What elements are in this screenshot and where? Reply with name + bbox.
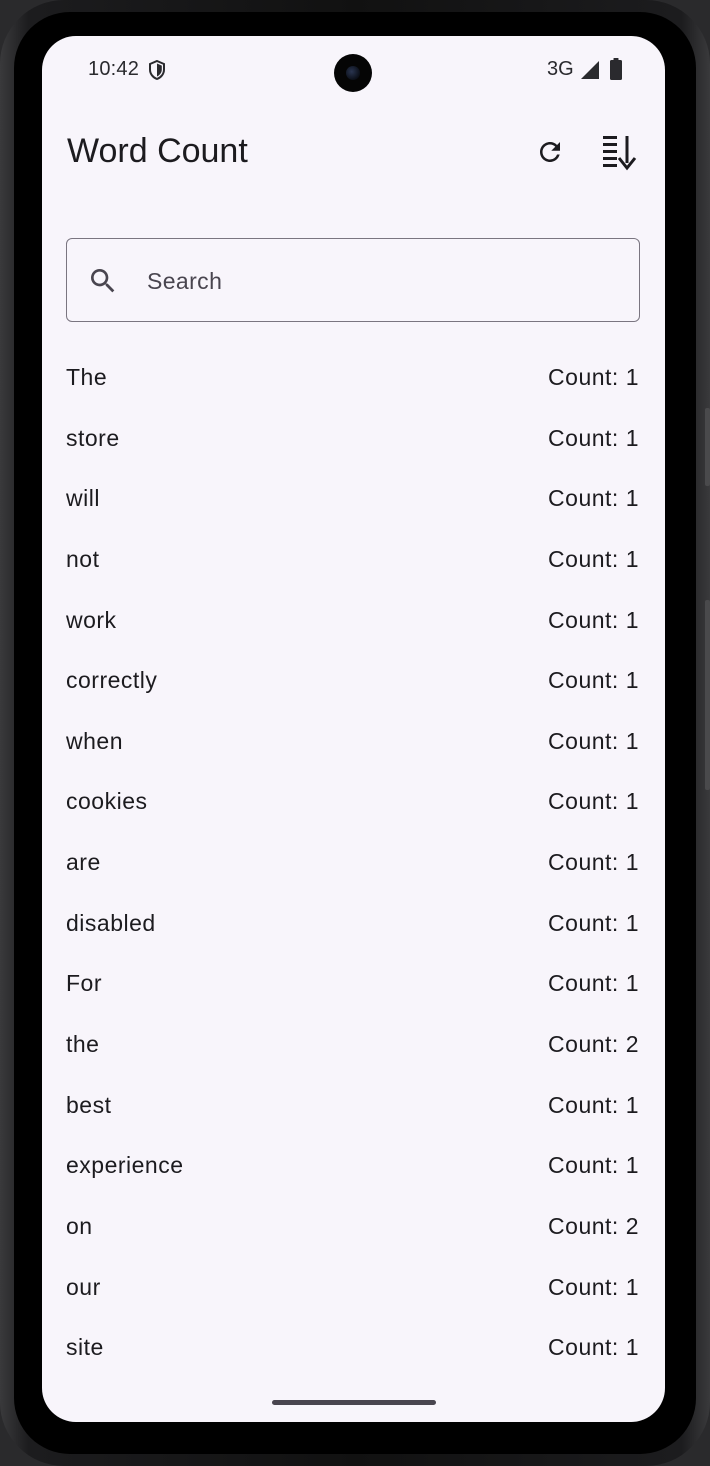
word-label: are (66, 849, 101, 876)
list-item[interactable]: our Count: 1 (42, 1256, 665, 1317)
word-label: our (66, 1273, 101, 1300)
word-label: best (66, 1091, 112, 1118)
search-field[interactable] (66, 238, 640, 322)
list-item[interactable]: best Count: 1 (42, 1074, 665, 1135)
list-item[interactable]: when Count: 1 (42, 710, 665, 771)
word-label: not (66, 545, 100, 572)
word-label: store (66, 424, 120, 451)
sort-icon (603, 136, 637, 171)
word-list: The Count: 1 store Count: 1 will Count: 1 not C… (42, 346, 665, 1377)
refresh-button[interactable] (526, 128, 574, 176)
word-label: The (66, 364, 108, 390)
word-count: Count: 1 (548, 1334, 639, 1361)
top-app-bar: Word Count (42, 126, 665, 182)
word-count: Count: 1 (548, 1152, 639, 1179)
list-item[interactable]: site Count: 1 (42, 1316, 665, 1377)
list-item[interactable]: store Count: 1 (42, 407, 665, 468)
list-item[interactable]: will Count: 1 (42, 467, 665, 528)
word-label: experience (66, 1152, 184, 1179)
list-item[interactable]: disabled Count: 1 (42, 892, 665, 953)
search-icon (91, 269, 115, 293)
page-title: Word Count (67, 132, 248, 170)
word-count: Count: 1 (548, 1273, 639, 1300)
word-label: when (66, 727, 123, 754)
word-label: the (66, 1031, 100, 1058)
front-camera (334, 54, 372, 92)
status-bar: 10:42 3G (42, 36, 665, 108)
list-item[interactable]: on Count: 2 (42, 1195, 665, 1256)
word-count: Count: 1 (548, 849, 639, 876)
word-count: Count: 1 (548, 545, 639, 572)
home-indicator[interactable] (272, 1400, 436, 1405)
word-count: Count: 1 (548, 788, 639, 815)
shield-icon (149, 60, 165, 80)
word-count: Count: 1 (548, 424, 639, 451)
list-item[interactable]: are Count: 1 (42, 831, 665, 892)
list-item[interactable]: The Count: 1 (42, 346, 665, 407)
search-input[interactable] (145, 257, 619, 305)
list-item[interactable]: not Count: 1 (42, 528, 665, 589)
word-count: Count: 2 (548, 1031, 639, 1058)
word-count: Count: 1 (548, 364, 639, 390)
word-label: will (66, 485, 100, 512)
battery-icon (610, 58, 622, 80)
word-count: Count: 2 (548, 1212, 639, 1239)
sort-button[interactable] (596, 128, 644, 176)
word-count: Count: 1 (548, 485, 639, 512)
list-item[interactable]: For Count: 1 (42, 952, 665, 1013)
refresh-icon (540, 142, 560, 162)
word-label: For (66, 970, 102, 997)
word-label: site (66, 1334, 104, 1361)
list-item[interactable]: the Count: 2 (42, 1013, 665, 1074)
word-label: work (66, 606, 117, 633)
network-type: 3G (547, 58, 574, 80)
word-label: correctly (66, 667, 158, 694)
word-label: cookies (66, 788, 148, 815)
list-item[interactable]: correctly Count: 1 (42, 649, 665, 710)
word-count: Count: 1 (548, 970, 639, 997)
word-count: Count: 1 (548, 909, 639, 936)
word-label: on (66, 1212, 93, 1239)
volume-button (705, 600, 710, 790)
word-count: Count: 1 (548, 1091, 639, 1118)
power-button (705, 408, 710, 486)
status-time: 10:42 (88, 58, 140, 80)
list-item[interactable]: experience Count: 1 (42, 1134, 665, 1195)
word-count: Count: 1 (548, 727, 639, 754)
word-label: disabled (66, 909, 156, 936)
signal-icon (581, 61, 599, 79)
list-item[interactable]: cookies Count: 1 (42, 770, 665, 831)
list-item[interactable]: work Count: 1 (42, 589, 665, 650)
word-count: Count: 1 (548, 667, 639, 694)
device-frame: 10:42 3G Word Count Search The Count: 1 … (0, 0, 710, 1466)
screen: 10:42 3G Word Count Search The Count: 1 … (42, 36, 665, 1422)
word-count: Count: 1 (548, 606, 639, 633)
